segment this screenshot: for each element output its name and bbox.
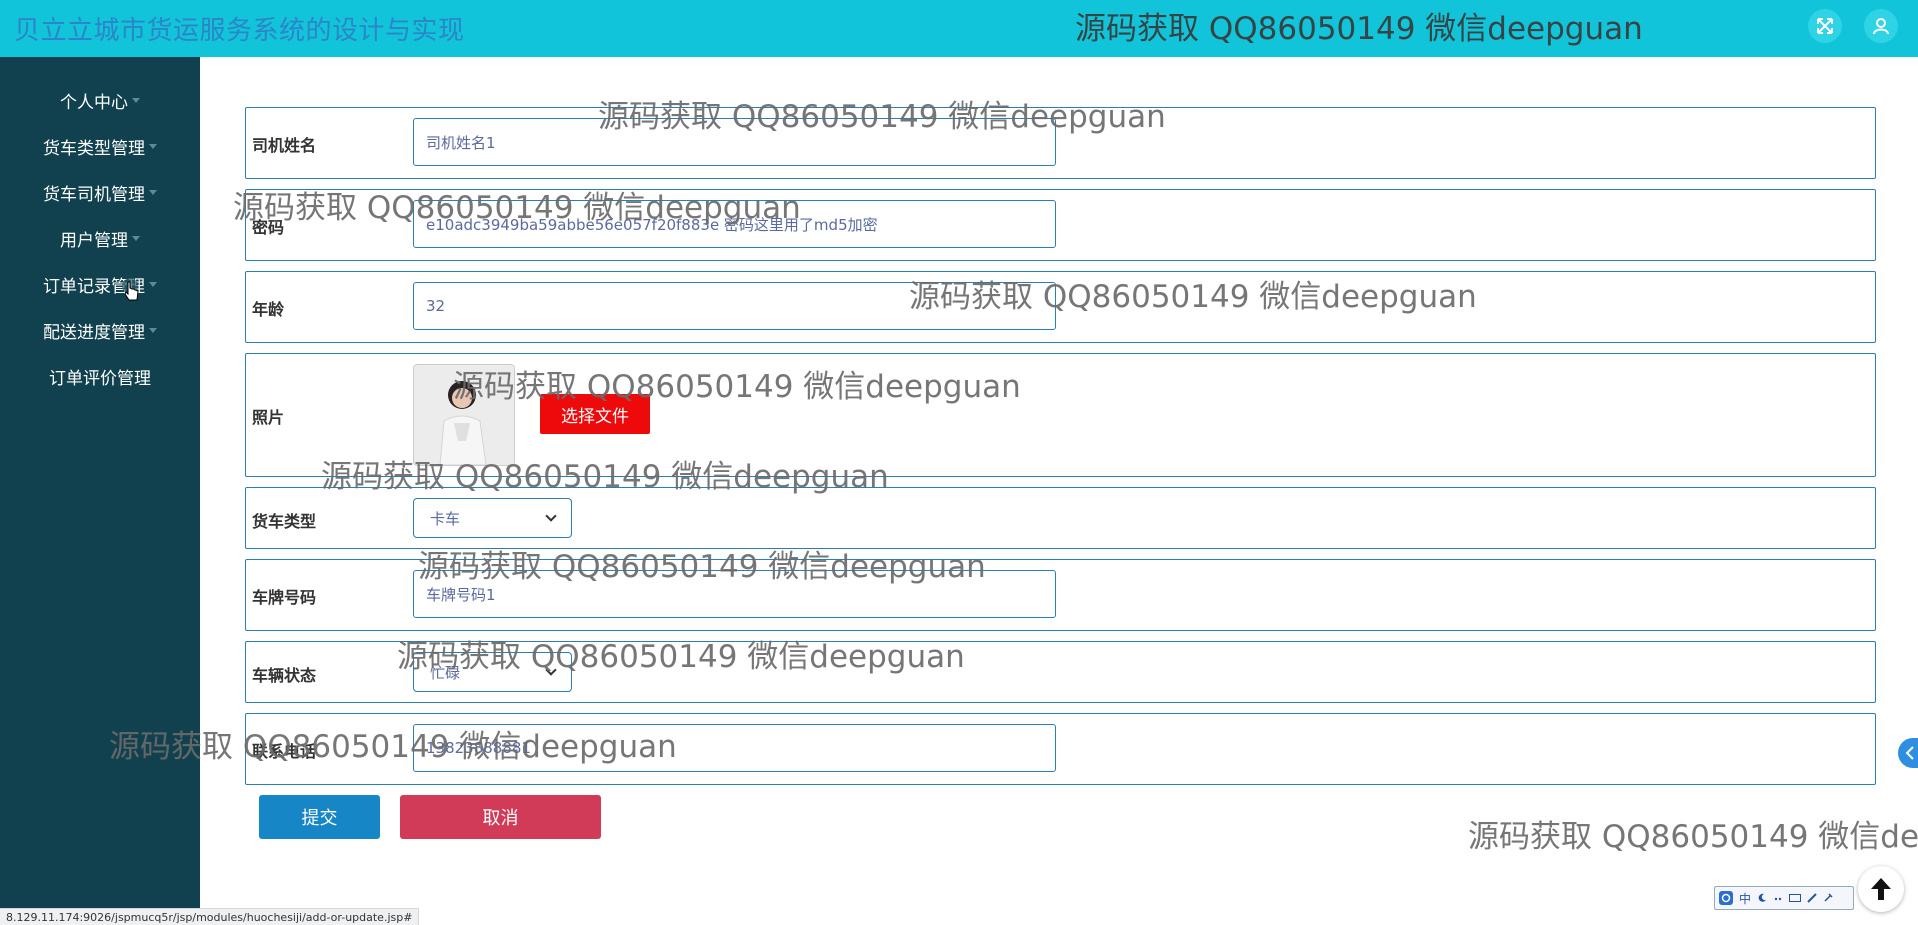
watermark: 源码获取 QQ86050149 微信deepguan <box>1075 11 1643 47</box>
sidebar-item-label: 订单评价管理 <box>49 368 151 389</box>
punctuation-icon <box>1774 897 1782 901</box>
sidebar-item-delivery-progress[interactable]: 配送进度管理 <box>0 313 200 347</box>
sidebar-item-personal-center[interactable]: 个人中心 <box>0 83 200 117</box>
arrow-up-icon <box>1871 878 1891 900</box>
watermark: 源码获取 QQ86050149 微信deepguan <box>909 279 1477 315</box>
watermark: 源码获取 QQ86050149 微信deepguan <box>397 639 965 675</box>
sidebar-item-users[interactable]: 用户管理 <box>0 221 200 255</box>
sidebar: 个人中心 货车类型管理 货车司机管理 用户管理 订单记录管理 配送进度管理 订单… <box>0 57 200 924</box>
chevron-down-icon <box>149 281 157 287</box>
sidebar-item-label: 个人中心 <box>60 92 128 113</box>
ime-toolbar[interactable]: 中 <box>1714 886 1854 910</box>
sidebar-item-label: 货车司机管理 <box>43 184 145 205</box>
browser-status-url: 8.129.11.174:9026/jspmucq5r/jsp/modules/… <box>0 908 420 925</box>
watermark: 源码获取 QQ86050149 微信deepguan <box>453 369 1021 405</box>
chevron-left-icon <box>1905 746 1914 760</box>
chevron-down-icon <box>149 143 157 149</box>
sidebar-item-drivers[interactable]: 货车司机管理 <box>0 175 200 209</box>
plate-label: 车牌号码 <box>252 588 317 607</box>
age-label: 年龄 <box>252 300 285 319</box>
watermark: 源码获取 QQ86050149 微信deepguan <box>1468 819 1918 855</box>
watermark: 源码获取 QQ86050149 微信deepguan <box>233 190 801 226</box>
chevron-down-icon <box>545 510 557 522</box>
back-to-top-button[interactable] <box>1858 866 1904 912</box>
vehicle-status-label: 车辆状态 <box>252 666 317 685</box>
sidebar-item-label: 配送进度管理 <box>43 322 145 343</box>
sidebar-item-orders[interactable]: 订单记录管理 <box>0 267 200 301</box>
watermark: 源码获取 QQ86050149 微信deepguan <box>598 99 1166 135</box>
moon-icon <box>1758 893 1767 902</box>
chevron-down-icon <box>149 189 157 195</box>
ime-mode-label: 中 <box>1739 891 1752 906</box>
watermark: 源码获取 QQ86050149 微信deepguan <box>418 549 986 585</box>
chevron-down-icon <box>149 327 157 333</box>
expand-icon <box>1817 18 1833 34</box>
sidebar-item-truck-types[interactable]: 货车类型管理 <box>0 129 200 163</box>
photo-label: 照片 <box>252 408 285 427</box>
truck-type-label: 货车类型 <box>252 512 317 531</box>
truck-type-value: 卡车 <box>430 509 461 528</box>
watermark: 源码获取 QQ86050149 微信deepguan <box>321 459 889 495</box>
user-icon <box>1873 18 1889 35</box>
user-menu-button[interactable] <box>1864 9 1898 43</box>
watermark: 源码获取 QQ86050149 微信deepguan <box>109 729 677 765</box>
truck-type-select[interactable]: 卡车 <box>413 498 572 538</box>
side-collapse-tab[interactable] <box>1898 738 1918 768</box>
fullscreen-button[interactable] <box>1808 9 1842 43</box>
cursor-hand-icon <box>122 278 139 301</box>
sogou-logo-icon <box>1719 891 1733 905</box>
submit-button[interactable]: 提交 <box>259 795 380 839</box>
sidebar-item-order-reviews[interactable]: 订单评价管理 <box>0 359 200 393</box>
app-title: 贝立立城市货运服务系统的设计与实现 <box>14 16 465 46</box>
chevron-down-icon <box>132 235 140 241</box>
tools-icon <box>1824 893 1833 902</box>
sidebar-item-label: 用户管理 <box>60 230 128 251</box>
skin-icon <box>1807 893 1817 903</box>
keyboard-icon <box>1789 894 1802 902</box>
chevron-down-icon <box>132 97 140 103</box>
cancel-button[interactable]: 取消 <box>400 795 601 839</box>
driver-name-label: 司机姓名 <box>252 136 317 155</box>
truck-type-row: 货车类型 卡车 <box>245 487 1876 549</box>
sidebar-item-label: 货车类型管理 <box>43 138 145 159</box>
